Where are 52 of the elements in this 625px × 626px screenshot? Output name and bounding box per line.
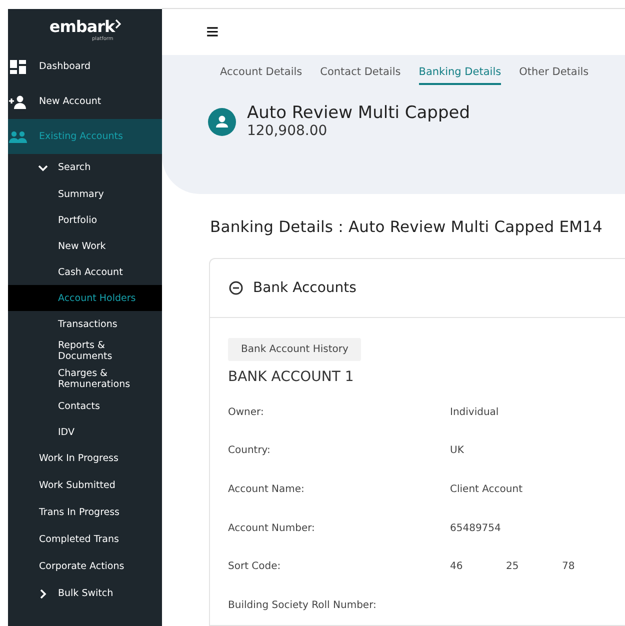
field-value: 25 (506, 561, 520, 572)
nav-item[interactable]: Summary (8, 181, 162, 207)
history-button[interactable]: Bank Account History (228, 338, 362, 361)
section-title: BANK ACCOUNT 1 (228, 368, 355, 385)
field-label: Account Number: (228, 522, 316, 534)
nav-item[interactable]: Account Holders (8, 285, 162, 311)
nav-item[interactable]: Bulk Switch (8, 580, 162, 607)
nav-item[interactable]: Cash Account (8, 259, 162, 285)
users-icon (9, 130, 27, 142)
nav-item[interactable]: Portfolio (8, 207, 162, 233)
field-value: 78 (562, 561, 576, 572)
field-value: Client Account (450, 484, 523, 496)
chevron-down-icon (38, 162, 48, 172)
nav-item[interactable]: Completed Trans (8, 526, 162, 553)
tab[interactable]: Account Details (220, 66, 302, 85)
tab[interactable]: Contact Details (320, 66, 401, 85)
nav-item[interactable]: New Account (8, 84, 162, 119)
field-label: Owner: (228, 406, 265, 418)
nav-item[interactable]: Trans In Progress (8, 499, 162, 526)
card-title: Bank Accounts (253, 280, 356, 296)
nav-item[interactable]: Dashboard (8, 49, 162, 84)
field-value: 65489754 (450, 522, 502, 534)
menu-button[interactable]: ≡ (206, 20, 219, 43)
nav-item[interactable]: Search (8, 154, 162, 181)
account-name: Auto Review Multi Capped (247, 102, 470, 123)
chevron-right-icon (38, 588, 48, 598)
tab[interactable]: Other Details (519, 66, 589, 85)
nav-item[interactable]: Work Submitted (8, 472, 162, 499)
account-value: 120,908.00 (247, 122, 328, 139)
page-heading: Banking Details : Auto Review Multi Capped EM14 (210, 218, 604, 236)
add-user-icon (9, 94, 27, 108)
field-label: Country: (228, 445, 272, 456)
nav-item[interactable]: IDV (8, 419, 162, 445)
nav-item[interactable]: Transactions (8, 311, 162, 337)
logo-text: embark (49, 18, 115, 36)
field-label: Account Name: (228, 484, 306, 496)
field-label: Sort Code: (228, 561, 282, 572)
nav-item[interactable]: Contacts (8, 393, 162, 419)
field-value: 46 (450, 561, 464, 572)
nav-item[interactable]: Charges & Remunerations (8, 365, 162, 393)
nav-item[interactable]: Corporate Actions (8, 553, 162, 580)
field-value: Individual (450, 406, 500, 418)
field-value: UK (450, 445, 465, 456)
nav-item[interactable]: Reports & Documents (8, 337, 162, 365)
nav-item[interactable]: New Work (8, 233, 162, 259)
chevron-logo-icon (114, 19, 121, 29)
field-label: Building Society Roll Number: (228, 600, 378, 612)
nav-item[interactable]: Work In Progress (8, 445, 162, 472)
dashboard-icon (9, 60, 27, 74)
collapse-icon[interactable] (229, 280, 243, 295)
tab[interactable]: Banking Details (418, 66, 502, 85)
user-avatar-icon (208, 108, 236, 136)
